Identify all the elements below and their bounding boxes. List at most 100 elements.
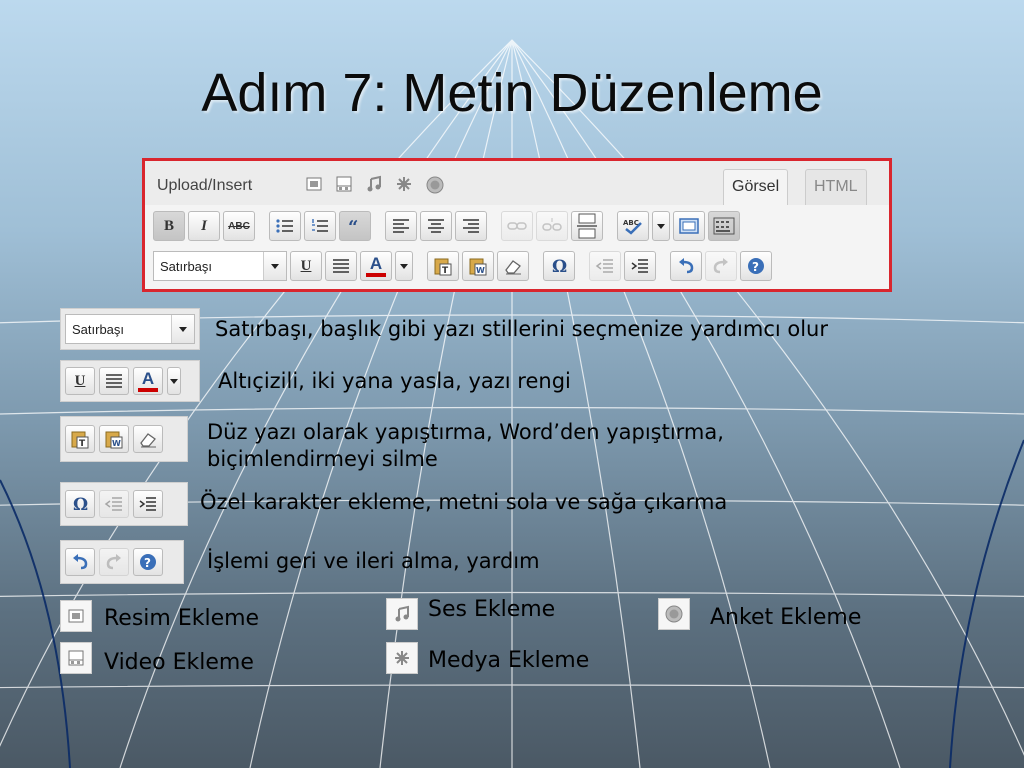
spellcheck-dropdown[interactable] (652, 211, 670, 241)
font-color-dropdown[interactable] (395, 251, 413, 281)
outdent-button[interactable] (589, 251, 621, 281)
svg-text:T: T (79, 439, 86, 449)
poll-icon[interactable] (425, 175, 445, 195)
legend-desc-charmap: Özel karakter ekleme, metni sola ve sağa… (200, 490, 728, 514)
undo-button[interactable] (670, 251, 702, 281)
outdent-icon (595, 259, 613, 273)
more-tag-button[interactable] (571, 211, 603, 241)
svg-text:T: T (442, 266, 449, 276)
media-icon[interactable] (395, 175, 413, 195)
legend-desc-undo: İşlemi geri ve ileri alma, yardım (207, 549, 540, 573)
video-legend-icon (60, 642, 92, 674)
format-select-sample-arrow (171, 315, 194, 343)
video-legend-label: Video Ekleme (104, 650, 254, 675)
tab-html[interactable]: HTML (805, 169, 867, 205)
svg-text:Ω: Ω (552, 257, 567, 275)
legend-strip-undo: ? (60, 540, 184, 584)
indent-icon (139, 497, 156, 511)
unlink-icon (542, 218, 562, 231)
outdent-sample (99, 490, 129, 518)
paste-text-icon: T (71, 431, 89, 449)
page-break-icon (577, 213, 597, 239)
align-center-button[interactable] (420, 211, 452, 241)
redo-button[interactable] (705, 251, 737, 281)
format-select-sample-value: Satırbaşı (72, 321, 125, 337)
legend-strip-format: Satırbaşı (60, 308, 200, 350)
paste-word-button[interactable]: W (462, 251, 494, 281)
indent-icon (631, 259, 648, 273)
numbered-list-button[interactable] (304, 211, 336, 241)
image-icon[interactable] (305, 175, 323, 195)
poll-legend-icon (658, 598, 690, 630)
format-select-arrow[interactable] (263, 252, 286, 280)
editor-toolbar-panel: Upload/Insert Görsel HTML B I ABC “ ABC … (142, 158, 892, 292)
paste-word-icon: W (469, 258, 487, 276)
omega-icon: Ω (552, 257, 567, 275)
video-icon[interactable] (335, 175, 353, 195)
font-color-button[interactable]: A (360, 251, 392, 281)
media-legend-icon (386, 642, 418, 674)
svg-text:W: W (476, 266, 485, 275)
undo-icon (73, 554, 88, 570)
font-color-sample-label: A (141, 369, 155, 388)
spellcheck-button[interactable]: ABC (617, 211, 649, 241)
paste-text-sample: T (65, 425, 95, 453)
font-color-dropdown-sample (167, 367, 181, 395)
italic-label: I (201, 217, 207, 234)
special-character-sample: Ω (65, 490, 95, 518)
align-center-icon (428, 219, 444, 233)
legend-strip-paste: T W (60, 416, 188, 462)
align-left-icon (393, 219, 409, 233)
svg-text:?: ? (752, 260, 759, 274)
kitchen-sink-button[interactable] (708, 211, 740, 241)
redo-sample (99, 548, 129, 576)
audio-legend-label: Ses Ekleme (428, 597, 556, 622)
svg-text:Ω: Ω (73, 495, 88, 513)
toolbar-row-2: Satırbaşı U A T W Ω ? (153, 251, 772, 281)
bold-button[interactable]: B (153, 211, 185, 241)
svg-text:?: ? (144, 556, 151, 570)
align-right-button[interactable] (455, 211, 487, 241)
underline-sample-label: U (74, 372, 86, 389)
redo-icon (106, 554, 121, 570)
chevron-down-icon (170, 378, 178, 384)
page-title: Adım 7: Metin Düzenleme (201, 63, 823, 123)
justify-button[interactable] (325, 251, 357, 281)
indent-sample (133, 490, 163, 518)
unlink-button[interactable] (536, 211, 568, 241)
chevron-down-icon (657, 223, 665, 229)
image-icon (68, 609, 84, 623)
music-icon[interactable] (365, 175, 383, 195)
justify-sample (99, 367, 129, 395)
underline-button[interactable]: U (290, 251, 322, 281)
eraser-icon (505, 260, 521, 275)
remove-format-button[interactable] (497, 251, 529, 281)
font-color-label: A (369, 254, 383, 273)
paste-word-icon: W (105, 431, 123, 449)
align-right-icon (463, 219, 479, 233)
tab-visual[interactable]: Görsel (723, 169, 789, 205)
indent-button[interactable] (624, 251, 656, 281)
fullscreen-button[interactable] (673, 211, 705, 241)
align-left-button[interactable] (385, 211, 417, 241)
media-icon (395, 651, 409, 665)
italic-button[interactable]: I (188, 211, 220, 241)
fullscreen-icon (679, 218, 699, 234)
quote-icon: “ (348, 218, 358, 234)
legend-desc-format: Satırbaşı, başlık gibi yazı stillerini s… (215, 317, 828, 341)
help-button[interactable]: ? (740, 251, 772, 281)
justify-icon (106, 374, 122, 388)
svg-text:“: “ (348, 218, 358, 234)
legend-strip-charmap: Ω (60, 482, 188, 526)
paste-text-button[interactable]: T (427, 251, 459, 281)
insert-link-button[interactable] (501, 211, 533, 241)
undo-sample (65, 548, 95, 576)
blockquote-button[interactable]: “ (339, 211, 371, 241)
image-legend-label: Resim Ekleme (104, 606, 260, 631)
format-select[interactable]: Satırbaşı (153, 251, 287, 281)
chevron-down-icon (271, 263, 279, 269)
special-character-button[interactable]: Ω (543, 251, 575, 281)
font-color-sample: A (133, 367, 163, 395)
bullet-list-button[interactable] (269, 211, 301, 241)
strikethrough-button[interactable]: ABC (223, 211, 255, 241)
